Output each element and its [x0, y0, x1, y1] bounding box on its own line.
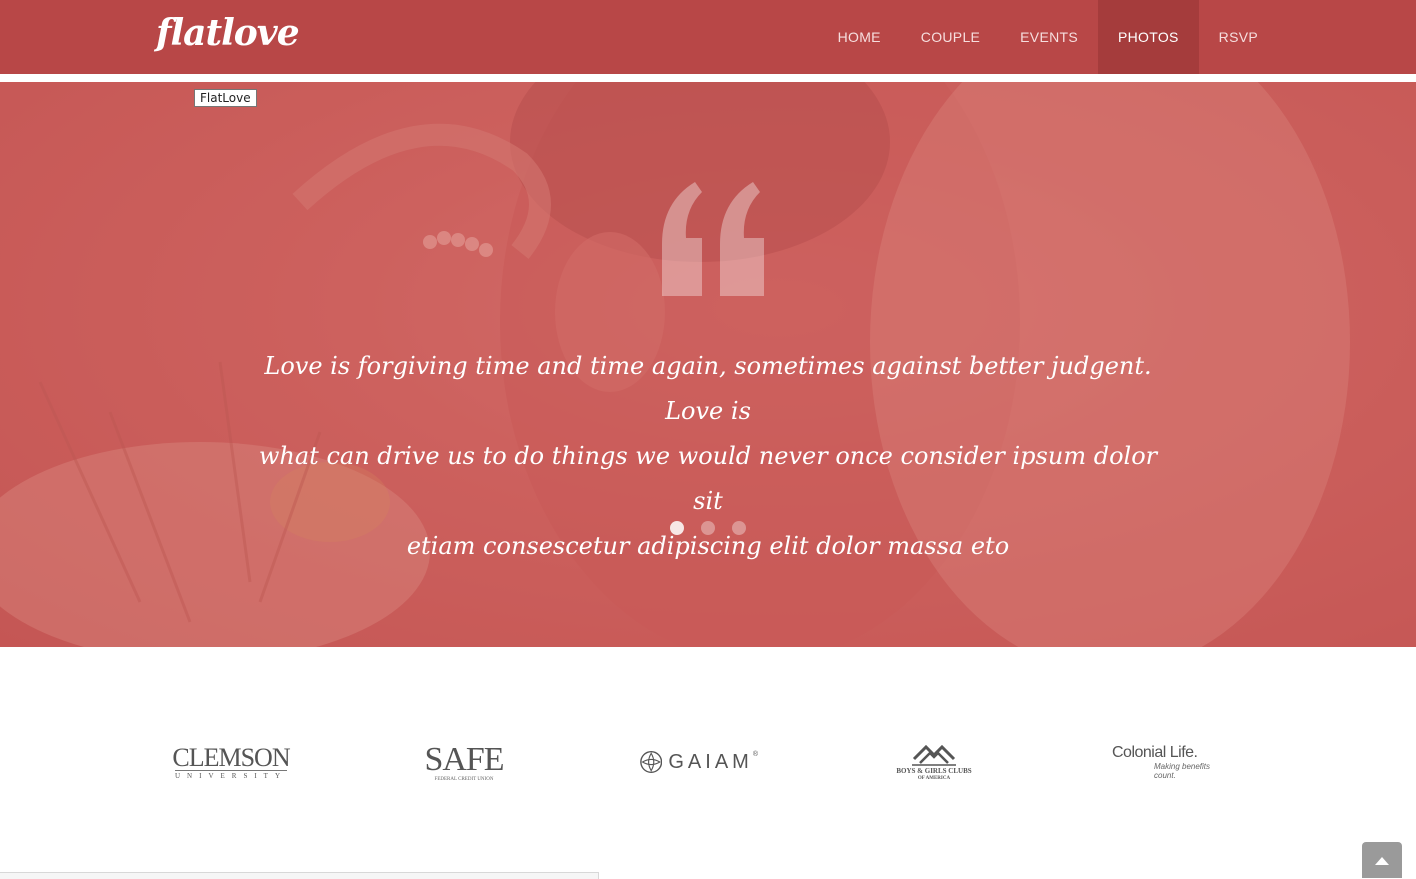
testimonial-quote: Love is forgiving time and time again, s… — [248, 344, 1168, 569]
slider-pagination — [670, 521, 746, 535]
gaiam-flower-icon — [640, 750, 663, 774]
nav-item-events[interactable]: EVENTS — [1000, 0, 1098, 74]
scroll-to-top-button[interactable] — [1362, 842, 1402, 878]
nav-item-photos[interactable]: PHOTOS — [1098, 0, 1199, 74]
boys-girls-clubs-hands-icon — [912, 744, 956, 766]
site-header: flatlove HOME COUPLE EVENTS PHOTOS RSVP — [0, 0, 1416, 74]
quote-open-icon — [662, 182, 764, 296]
hero-quote-slider: Love is forgiving time and time again, s… — [0, 82, 1416, 647]
gaiam-wordmark: GAIAM — [668, 750, 753, 773]
slider-dot-2[interactable] — [701, 521, 715, 535]
nav-item-rsvp[interactable]: RSVP — [1199, 0, 1278, 74]
colonial-tagline: Making benefits count. — [1154, 762, 1211, 780]
logo-tooltip: FlatLove — [194, 89, 257, 107]
partner-logo-gaiam: GAIAM ® — [640, 745, 758, 779]
bgc-country: OF AMERICA — [917, 776, 951, 781]
partner-logo-colonial-life: Colonial Life. Making benefits count. — [1112, 742, 1230, 782]
site-logo[interactable]: flatlove — [156, 8, 300, 58]
nav-item-couple[interactable]: COUPLE — [901, 0, 1000, 74]
quote-line: Love is forgiving time and time again, s… — [264, 352, 1152, 425]
safe-wordmark: SAFE — [424, 740, 504, 778]
partner-logo-safe: SAFE FEDERAL CREDIT UNION — [424, 740, 504, 784]
gaiam-registered-mark: ® — [752, 751, 758, 758]
nav-item-home[interactable]: HOME — [818, 0, 901, 74]
clemson-wordmark: CLEMSON — [172, 742, 290, 772]
colonial-wordmark: Colonial Life. — [1112, 744, 1198, 761]
partner-logo-boys-girls-clubs: BOYS & GIRLS CLUBS OF AMERICA — [892, 738, 976, 786]
chevron-up-icon — [1375, 857, 1389, 865]
safe-subtitle: FEDERAL CREDIT UNION — [434, 776, 494, 782]
clemson-subtitle: UNIVERSITY — [175, 769, 287, 780]
header-divider — [0, 74, 1416, 82]
partner-logo-clemson: CLEMSON UNIVERSITY — [170, 742, 292, 781]
slider-dot-1[interactable] — [670, 521, 684, 535]
bgc-name: BOYS & GIRLS CLUBS — [896, 767, 972, 775]
colonial-wordmark-row: Colonial Life. — [1112, 744, 1198, 762]
slider-dot-3[interactable] — [732, 521, 746, 535]
main-nav: HOME COUPLE EVENTS PHOTOS RSVP — [818, 0, 1278, 74]
quote-line: what can drive us to do things we would … — [258, 442, 1158, 515]
